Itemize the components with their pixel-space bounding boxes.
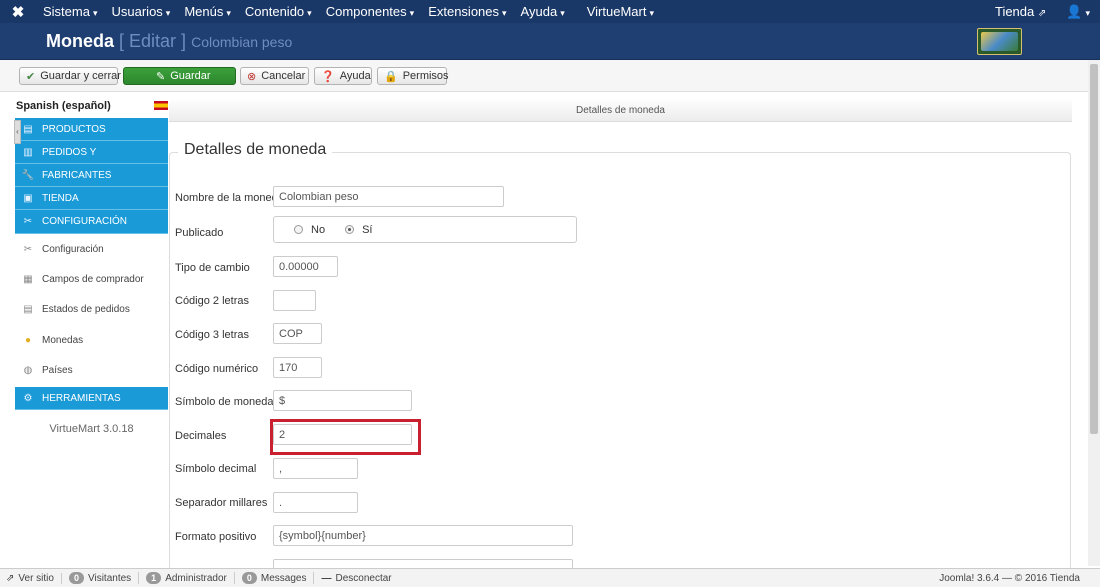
decimal-symbol-input[interactable]: , xyxy=(273,458,358,479)
tools-icon: ✂ xyxy=(23,243,33,255)
shopper-fields-icon: ▦ xyxy=(23,273,33,285)
menu-componentes[interactable]: Componentes ▾ xyxy=(319,4,421,19)
main-content: Detalles de moneda Detalles de moneda No… xyxy=(169,96,1082,572)
order-status-icon: ▤ xyxy=(23,304,33,315)
currency-symbol-label: Símbolo de moneda xyxy=(175,396,274,408)
sidebar-item-pedidos[interactable]: ▥ PEDIDOS Y xyxy=(15,141,168,164)
globe-icon: ◍ xyxy=(23,365,33,376)
minus-icon: — xyxy=(321,572,332,584)
code2-input[interactable] xyxy=(273,290,316,311)
currency-name-input[interactable]: Colombian peso xyxy=(273,186,504,207)
logout-link[interactable]: — Desconectar xyxy=(314,573,398,584)
check-icon: ✔ xyxy=(26,70,36,83)
published-no-radio[interactable]: No xyxy=(294,224,325,236)
top-navbar: ✖ Sistema ▾ Usuarios ▾ Menús ▾ Contenido ▾ C… xyxy=(0,0,1100,23)
code2-label: Código 2 letras xyxy=(175,295,249,307)
sidebar-subitem-estados-pedidos[interactable]: ▤ Estados de pedidos xyxy=(15,294,168,325)
page-title: Moneda [ Editar ] Colombian peso xyxy=(46,31,293,51)
decimals-label: Decimales xyxy=(175,430,227,442)
sidebar-item-herramientas[interactable]: ⚙ HERRAMIENTAS xyxy=(15,387,168,410)
main-menu: Sistema ▾ Usuarios ▾ Menús ▾ Contenido ▾ Com… xyxy=(36,4,661,19)
help-button[interactable]: ❓ Ayuda xyxy=(314,67,372,85)
positive-format-input[interactable]: {symbol}{number} xyxy=(273,525,573,546)
menu-menus[interactable]: Menús ▾ xyxy=(177,4,238,19)
sidebar-item-tienda[interactable]: ▣ TIENDA xyxy=(15,187,168,210)
sidebar-subitem-configuracion[interactable]: ✂ Configuración xyxy=(15,234,168,264)
save-button[interactable]: ✎ Guardar xyxy=(123,67,236,85)
numeric-code-input[interactable]: 170 xyxy=(273,357,322,378)
published-yes-radio[interactable]: Sí xyxy=(345,224,372,236)
config-icon: ✂ xyxy=(23,216,33,227)
help-icon: ❓ xyxy=(321,70,335,83)
exchange-rate-label: Tipo de cambio xyxy=(175,262,250,274)
sidebar-item-fabricantes[interactable]: 🔧 FABRICANTES xyxy=(15,164,168,187)
decimals-highlight-box xyxy=(270,419,421,455)
toolbar: ✔ Guardar y cerrar ✎ Guardar ⊗ Cancelar ❓ Ay… xyxy=(0,60,1100,92)
decimal-symbol-label: Símbolo decimal xyxy=(175,463,257,475)
admins-status: 1 Administrador xyxy=(139,572,235,584)
products-icon: ▤ xyxy=(23,123,33,135)
store-icon: ▣ xyxy=(23,192,33,204)
sidebar-subitem-campos-comprador[interactable]: ▦ Campos de comprador xyxy=(15,264,168,294)
user-icon: 👤 xyxy=(1066,3,1083,19)
code3-label: Código 3 letras xyxy=(175,329,249,341)
menu-ayuda[interactable]: Ayuda ▾ xyxy=(514,4,572,19)
external-link-icon: ⇗ xyxy=(1037,8,1047,19)
site-link[interactable]: Tienda ⇗ xyxy=(985,4,1056,19)
menu-contenido[interactable]: Contenido ▾ xyxy=(238,4,319,19)
sidebar-subitem-monedas[interactable]: ● Monedas xyxy=(15,325,168,355)
menu-usuarios[interactable]: Usuarios ▾ xyxy=(105,4,178,19)
exchange-rate-input[interactable]: 0.00000 xyxy=(273,256,338,277)
published-radio-group: No Sí xyxy=(273,216,577,243)
messages-link[interactable]: 0 Messages xyxy=(235,572,315,584)
thousands-separator-label: Separador millares xyxy=(175,497,268,509)
coins-icon: ● xyxy=(24,334,32,346)
sidebar-subitem-paises[interactable]: ◍ Países xyxy=(15,355,168,386)
external-link-icon: ⇗ xyxy=(6,572,15,584)
cancel-icon: ⊗ xyxy=(247,70,257,83)
visitors-status: 0 Visitantes xyxy=(62,572,140,584)
positive-format-label: Formato positivo xyxy=(175,531,257,543)
tools-box-icon: ⚙ xyxy=(23,392,33,404)
cancel-button[interactable]: ⊗ Cancelar xyxy=(240,67,309,85)
joomla-icon[interactable]: ✖ xyxy=(0,3,36,21)
fieldset-legend: Detalles de moneda xyxy=(178,141,333,159)
sidebar-item-productos[interactable]: ▤ PRODUCTOS xyxy=(15,118,168,141)
menu-virtuemart[interactable]: VirtueMart ▾ xyxy=(580,4,661,19)
lock-icon: 🔒 xyxy=(384,70,398,83)
sidebar-collapse-toggle[interactable]: ‹ xyxy=(14,120,21,144)
menu-extensiones[interactable]: Extensiones ▾ xyxy=(421,4,513,19)
wrench-icon: 🔧 xyxy=(21,169,35,181)
permissions-button[interactable]: 🔒 Permisos xyxy=(377,67,449,85)
sidebar: Spanish (español) ▤ PRODUCTOS ▥ PEDIDOS Y … xyxy=(0,96,170,566)
page-scrollbar[interactable] xyxy=(1088,60,1100,566)
scrollbar-thumb[interactable] xyxy=(1090,64,1098,434)
menu-sistema[interactable]: Sistema ▾ xyxy=(36,4,105,19)
joomla-version: Joomla! 3.6.4 — © 2016 Tienda xyxy=(939,572,1080,584)
code3-input[interactable]: COP xyxy=(273,323,322,344)
orders-icon: ▥ xyxy=(23,146,33,158)
view-site-link[interactable]: ⇗ Ver sitio xyxy=(0,572,62,584)
status-bar: ⇗ Ver sitio 0 Visitantes 1 Administrador 0M… xyxy=(0,568,1100,587)
currency-symbol-input[interactable]: $ xyxy=(273,390,412,411)
published-label: Publicado xyxy=(175,227,224,239)
page-header: Moneda [ Editar ] Colombian peso xyxy=(0,23,1100,60)
panel-tab[interactable]: Detalles de moneda xyxy=(169,100,1072,122)
spain-flag-icon[interactable] xyxy=(154,101,168,110)
sidebar-item-configuracion[interactable]: ✂ CONFIGURACIÓN xyxy=(15,210,168,234)
user-menu[interactable]: 👤 ▾ xyxy=(1056,4,1100,20)
save-close-button[interactable]: ✔ Guardar y cerrar xyxy=(19,67,121,85)
virtuemart-logo xyxy=(977,28,1022,55)
currency-name-label: Nombre de la moneda xyxy=(175,192,284,204)
virtuemart-version: VirtueMart 3.0.18 xyxy=(49,423,134,435)
language-label: Spanish (español) xyxy=(16,100,111,112)
thousands-separator-input[interactable]: . xyxy=(273,492,358,513)
edit-icon: ✎ xyxy=(156,70,166,83)
numeric-code-label: Código numérico xyxy=(175,363,259,375)
